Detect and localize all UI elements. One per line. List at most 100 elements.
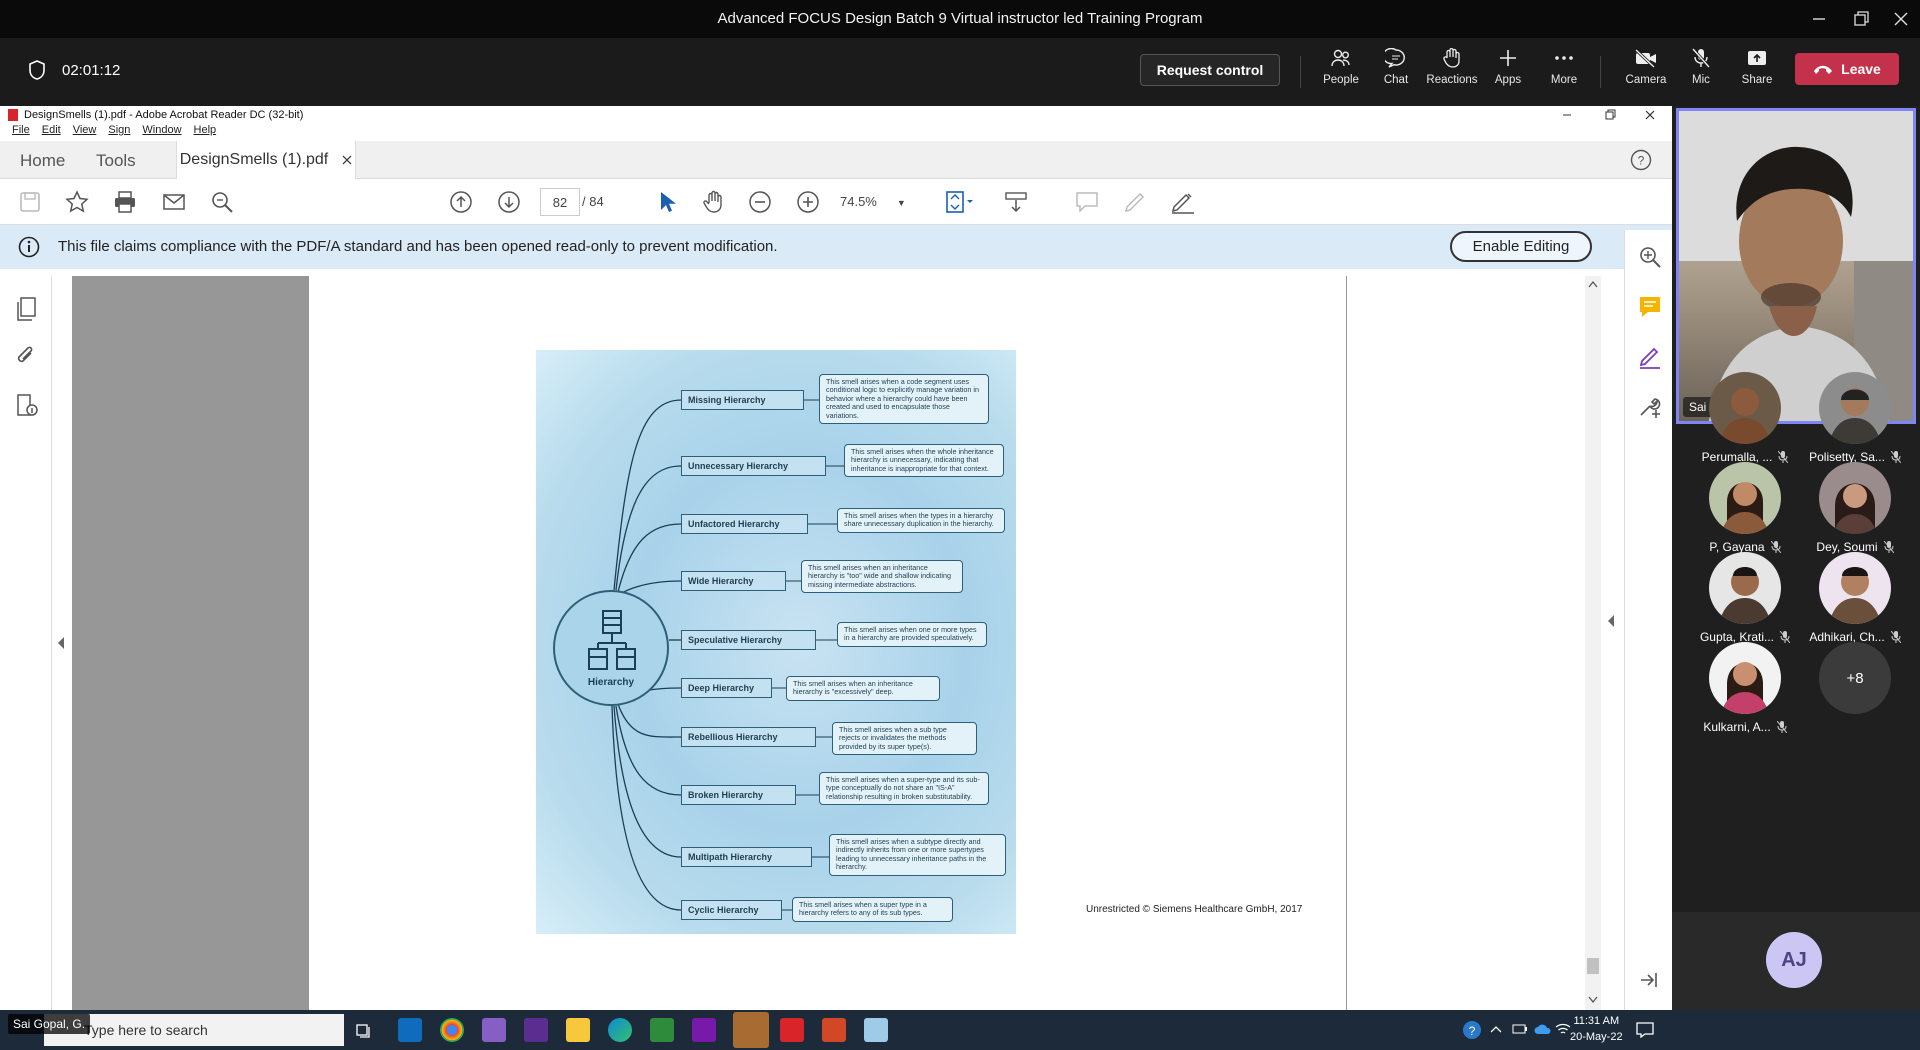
chat-button[interactable]: Chat [1370, 48, 1422, 98]
share-button[interactable]: Share [1731, 48, 1783, 98]
camera-off-icon [1634, 48, 1658, 68]
onenote-icon[interactable] [692, 1018, 716, 1042]
menu-file[interactable]: File [12, 124, 30, 141]
more-participants-tile[interactable]: +8 [1800, 642, 1910, 742]
clock-time: 11:31 AM [1573, 1015, 1620, 1027]
comment-note-icon[interactable] [1637, 294, 1663, 320]
fill-sign-icon[interactable] [1637, 344, 1663, 370]
participant-tile[interactable]: Polisetty, Sa... [1800, 372, 1910, 472]
tab-document[interactable]: DesignSmells (1).pdf [176, 141, 356, 179]
save-icon[interactable] [17, 189, 43, 215]
help-icon[interactable]: ? [1630, 149, 1652, 171]
tab-tools[interactable]: Tools [96, 151, 136, 171]
acrobat-menubar: File Edit View Sign Window Help [0, 124, 1672, 141]
tab-home[interactable]: Home [20, 151, 65, 171]
more-tools-icon[interactable] [1637, 394, 1663, 420]
acrobat-minimize-icon[interactable] [1560, 108, 1574, 122]
comment-icon[interactable] [1074, 189, 1100, 215]
visual-studio-alt-icon[interactable] [524, 1018, 548, 1042]
battery-icon [1512, 1023, 1528, 1035]
minimize-icon[interactable] [1808, 8, 1830, 30]
page-number-input[interactable]: 82 [540, 188, 580, 216]
apps-button[interactable]: Apps [1482, 48, 1534, 98]
menu-window[interactable]: Window [142, 124, 181, 141]
visual-studio-icon[interactable] [482, 1018, 506, 1042]
request-control-button[interactable]: Request control [1140, 54, 1280, 86]
collapse-pane-icon[interactable] [1637, 970, 1661, 990]
tray-chevron-icon[interactable] [1490, 1024, 1502, 1034]
previous-page-icon[interactable] [448, 189, 474, 215]
collapse-left-arrow-icon[interactable] [56, 636, 66, 650]
acrobat-restore-icon[interactable] [1603, 108, 1617, 122]
outlook-icon[interactable] [398, 1018, 422, 1042]
menu-sign[interactable]: Sign [108, 124, 130, 141]
notepad-icon[interactable] [864, 1018, 888, 1042]
acrobat-close-icon[interactable] [1643, 108, 1657, 122]
scroll-up-icon[interactable] [1588, 280, 1598, 288]
hub-label: Hierarchy [587, 676, 635, 688]
vertical-scrollbar[interactable] [1585, 276, 1601, 1010]
file-explorer-icon[interactable] [566, 1018, 590, 1042]
zoom-in-icon[interactable] [795, 189, 821, 215]
enable-editing-button[interactable]: Enable Editing [1450, 231, 1592, 262]
attendee-tile[interactable]: AJ [1672, 912, 1920, 1010]
participant-tile[interactable]: Adhikari, Ch... [1800, 552, 1910, 652]
pdfa-info-bar: This file claims compliance with the PDF… [0, 225, 1672, 269]
restore-icon[interactable] [1850, 8, 1872, 30]
document-info-icon[interactable] [14, 392, 40, 418]
leave-label: Leave [1841, 61, 1881, 77]
people-button[interactable]: People [1315, 48, 1367, 98]
participant-tile[interactable]: P, Gayana [1690, 462, 1800, 562]
enhance-scan-icon[interactable] [1637, 244, 1663, 270]
powerpoint-icon[interactable] [822, 1018, 846, 1042]
teams-icon[interactable] [733, 1012, 769, 1048]
attachment-icon[interactable] [14, 344, 38, 370]
acrobat-icon[interactable] [780, 1018, 804, 1042]
zoom-out-icon[interactable] [747, 189, 773, 215]
participant-tile[interactable]: Gupta, Krati... [1690, 552, 1800, 652]
menu-edit[interactable]: Edit [42, 124, 61, 141]
email-icon[interactable] [161, 189, 187, 215]
task-view-icon[interactable] [356, 1022, 372, 1038]
print-icon[interactable] [112, 189, 138, 215]
wifi-icon [1555, 1022, 1571, 1036]
camera-button[interactable]: Camera [1620, 48, 1672, 98]
acrobat-tabbar: Home Tools DesignSmells (1).pdf ? [0, 141, 1672, 179]
more-button[interactable]: More [1538, 48, 1590, 98]
page-thumbnails-icon[interactable] [14, 296, 38, 322]
menu-help[interactable]: Help [194, 124, 217, 141]
zoom-level[interactable]: 74.5% ▼ [840, 194, 906, 209]
scroll-down-icon[interactable] [1588, 996, 1598, 1004]
help-circle-icon[interactable]: ? [1462, 1020, 1482, 1040]
scroll-thumb[interactable] [1587, 958, 1599, 974]
share-label: Share [1741, 74, 1773, 86]
hand-tool-icon[interactable] [701, 189, 727, 215]
leave-button[interactable]: Leave [1795, 53, 1899, 85]
next-page-icon[interactable] [496, 189, 522, 215]
participant-tile[interactable]: Perumalla, ... [1690, 372, 1800, 472]
avatar [1709, 552, 1781, 624]
node-multipath-hierarchy: Multipath Hierarchy [681, 847, 812, 867]
sign-icon[interactable] [1170, 189, 1196, 215]
select-tool-icon[interactable] [653, 189, 679, 215]
close-tab-icon[interactable] [342, 155, 352, 165]
chrome-icon[interactable] [440, 1018, 464, 1042]
reactions-button[interactable]: Reactions [1426, 48, 1478, 98]
find-zoom-icon[interactable] [209, 189, 235, 215]
excel-like-icon[interactable] [650, 1018, 674, 1042]
system-clock[interactable]: 11:31 AM 20-May-22 [1570, 1013, 1623, 1045]
participant-tile[interactable]: Dey, Soumi [1800, 462, 1910, 562]
edge-icon[interactable] [608, 1018, 632, 1042]
hierarchy-diagram-icon [586, 609, 636, 673]
notification-icon[interactable] [1636, 1022, 1654, 1038]
bookmark-star-icon[interactable] [64, 189, 90, 215]
scroll-mode-icon[interactable] [1003, 189, 1029, 215]
menu-view[interactable]: View [73, 124, 97, 141]
collapse-right-arrow-icon[interactable] [1606, 614, 1616, 628]
close-icon[interactable] [1890, 8, 1912, 30]
mic-button[interactable]: Mic [1675, 48, 1727, 98]
fit-page-icon[interactable] [944, 189, 973, 215]
svg-text:?: ? [1638, 154, 1645, 168]
participant-tile[interactable]: Kulkarni, A... [1690, 642, 1800, 742]
highlight-pen-icon[interactable] [1122, 189, 1148, 215]
